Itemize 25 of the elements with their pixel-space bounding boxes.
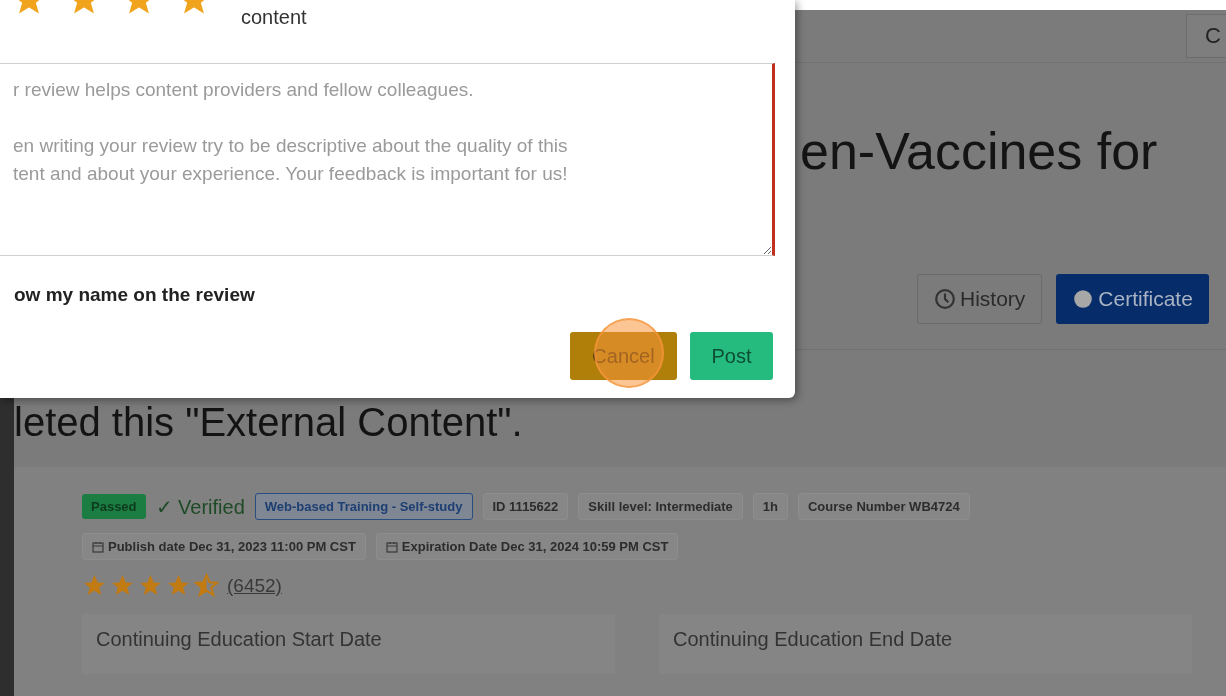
review-count-link[interactable]: (6452) bbox=[227, 574, 282, 597]
info-label: Continuing Education End Date bbox=[673, 628, 953, 650]
header-button[interactable]: C bbox=[1186, 14, 1226, 58]
clock-icon bbox=[934, 288, 956, 310]
calendar-icon bbox=[385, 540, 398, 553]
show-name-label[interactable]: ow my name on the review bbox=[14, 284, 255, 306]
seal-icon bbox=[1072, 288, 1095, 310]
date-text: Expiration Date Dec 31, 2024 10:59 PM CST bbox=[401, 539, 669, 554]
info-tag: 1h bbox=[752, 493, 788, 520]
info-tag: Web-based Training - Self-study bbox=[254, 493, 473, 520]
course-title: en-Vaccines for bbox=[800, 121, 1159, 181]
info-tag: Skill level: Intermediate bbox=[578, 493, 743, 520]
date-text: Publish date Dec 31, 2023 11:00 PM CST bbox=[108, 539, 356, 554]
review-textarea[interactable]: r review helps content providers and fellow colleagues. en writing your review try to be descriptive about the quality of this tent and about your experience. Your feedback is important for us! bbox=[0, 63, 775, 256]
status-badge: Passed bbox=[82, 494, 146, 519]
star-icon bbox=[194, 573, 219, 598]
certificate-button[interactable]: Certificate bbox=[1056, 274, 1209, 324]
info-tag: ID 1115622 bbox=[482, 493, 569, 520]
info-tag: Course Number WB4724 bbox=[798, 493, 970, 520]
info-label: Continuing Education Start Date bbox=[96, 628, 382, 650]
history-button[interactable]: History bbox=[917, 274, 1043, 324]
verified-label: ✓ Verified bbox=[155, 494, 245, 519]
calendar-icon bbox=[92, 540, 104, 553]
post-button[interactable]: Post bbox=[690, 332, 773, 380]
rating-label: content bbox=[241, 6, 307, 29]
